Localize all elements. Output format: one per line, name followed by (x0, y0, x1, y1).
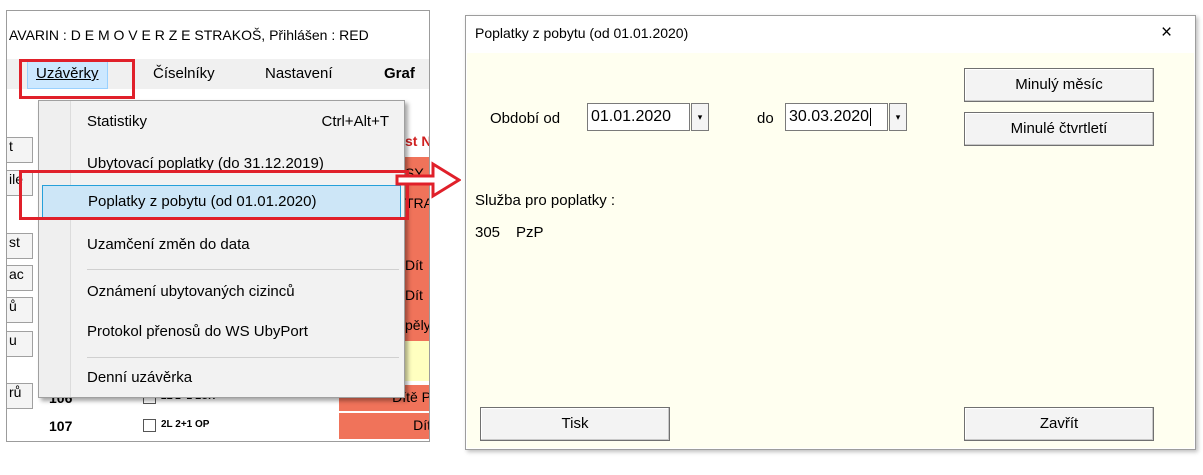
bg-left-cell: ile (7, 170, 33, 196)
menu-item-label: Ubytovací poplatky (do 31.12.2019) (87, 155, 324, 172)
room-status: Dít (339, 413, 429, 439)
menu-item-label: Poplatky z pobytu (od 01.01.2020) (88, 193, 317, 210)
dialog-title: Poplatky z pobytu (od 01.01.2020) (475, 25, 689, 41)
menu-ciselniky[interactable]: Číselníky (153, 65, 215, 82)
row-checkbox[interactable] (143, 419, 156, 432)
menu-item-statistiky[interactable]: Statistiky Ctrl+Alt+T (42, 105, 401, 139)
bg-left-cell: ac (7, 265, 33, 291)
menu-nastaveni[interactable]: Nastavení (265, 65, 333, 82)
service-name: PzP (516, 224, 544, 241)
date-from-value: 01.01.2020 (591, 108, 672, 125)
date-to-value: 30.03.2020 (789, 108, 870, 126)
menu-item-label: Statistiky (87, 113, 148, 130)
close-button[interactable]: Zavřít (964, 407, 1154, 441)
menu-uzaverky[interactable]: Uzávěrky (27, 60, 108, 89)
bg-left-cell: ů (7, 297, 33, 323)
date-to-dropdown-button[interactable]: ▾ (889, 103, 907, 131)
menu-item-label: Oznámení ubytovaných cizinců (87, 283, 295, 300)
period-from-label: Období od (490, 110, 561, 127)
menu-uzaverky-label: Uzávěrky (36, 65, 99, 82)
room-number: 107 (49, 418, 73, 434)
table-row[interactable]: 107 2L 2+1 OP Dít (47, 413, 429, 439)
menu-item-uzamceni-zmen[interactable]: Uzamčení změn do data (42, 228, 401, 262)
menu-item-poplatky-z-pobytu[interactable]: Poplatky z pobytu (od 01.01.2020) (42, 185, 401, 219)
menu-item-shortcut: Ctrl+Alt+T (321, 113, 389, 130)
text-cursor (870, 108, 872, 126)
chevron-down-icon: ▾ (895, 112, 901, 122)
period-to-label: do (757, 110, 774, 127)
menu-graf[interactable]: Graf (384, 65, 415, 82)
date-from-field[interactable]: 01.01.2020 (587, 103, 690, 131)
bg-left-cell: st (7, 233, 33, 259)
menu-item-ubytovaci-poplatky[interactable]: Ubytovací poplatky (do 31.12.2019) (42, 147, 401, 181)
menu-item-denni-uzaverka[interactable]: Denní uzávěrka (42, 361, 401, 395)
last-quarter-button[interactable]: Minulé čtvrtletí (964, 112, 1154, 146)
bg-left-cell: t (7, 137, 33, 163)
chevron-down-icon: ▾ (697, 112, 703, 122)
service-code: 305 (475, 224, 501, 241)
menu-separator (87, 269, 399, 270)
last-month-button[interactable]: Minulý měsíc (964, 68, 1154, 102)
date-from-dropdown-button[interactable]: ▾ (691, 103, 709, 131)
menu-ciselniky-label: Číselníky (153, 65, 215, 82)
date-to-field[interactable]: 30.03.2020 (785, 103, 888, 131)
poplatky-dialog: Poplatky z pobytu (od 01.01.2020) × Obdo… (465, 15, 1196, 450)
uzaverky-dropdown-menu: Statistiky Ctrl+Alt+T Ubytovací poplatky… (38, 100, 405, 398)
menu-item-label: Uzamčení změn do data (87, 236, 250, 253)
bg-left-cell: u (7, 331, 33, 357)
app-title-bar: AVARIN : D E M O V E R Z E STRAKOŠ, Přih… (9, 27, 369, 43)
dialog-body: Období od 01.01.2020 ▾ do 30.03.2020 ▾ M… (467, 53, 1194, 448)
room-type: 2L 2+1 OP (161, 419, 210, 430)
menu-item-protokol-prenosu[interactable]: Protokol přenosů do WS UbyPort (42, 315, 401, 349)
menu-item-label: Denní uzávěrka (87, 369, 193, 386)
menu-nastaveni-label: Nastavení (265, 65, 333, 82)
menu-separator (87, 357, 399, 358)
service-label: Služba pro poplatky : (475, 192, 616, 209)
red-arrow-icon (395, 161, 461, 199)
bg-left-cell: rů (7, 383, 33, 409)
main-app-window: AVARIN : D E M O V E R Z E STRAKOŠ, Přih… (6, 10, 430, 442)
print-button[interactable]: Tisk (480, 407, 670, 441)
menu-bar: Uzávěrky Číselníky Nastavení Graf (7, 59, 429, 89)
close-icon[interactable]: × (1161, 23, 1172, 42)
menu-item-label: Protokol přenosů do WS UbyPort (87, 323, 308, 340)
menu-graf-label: Graf (384, 65, 415, 82)
menu-item-oznameni-cizincu[interactable]: Oznámení ubytovaných cizinců (42, 275, 401, 309)
